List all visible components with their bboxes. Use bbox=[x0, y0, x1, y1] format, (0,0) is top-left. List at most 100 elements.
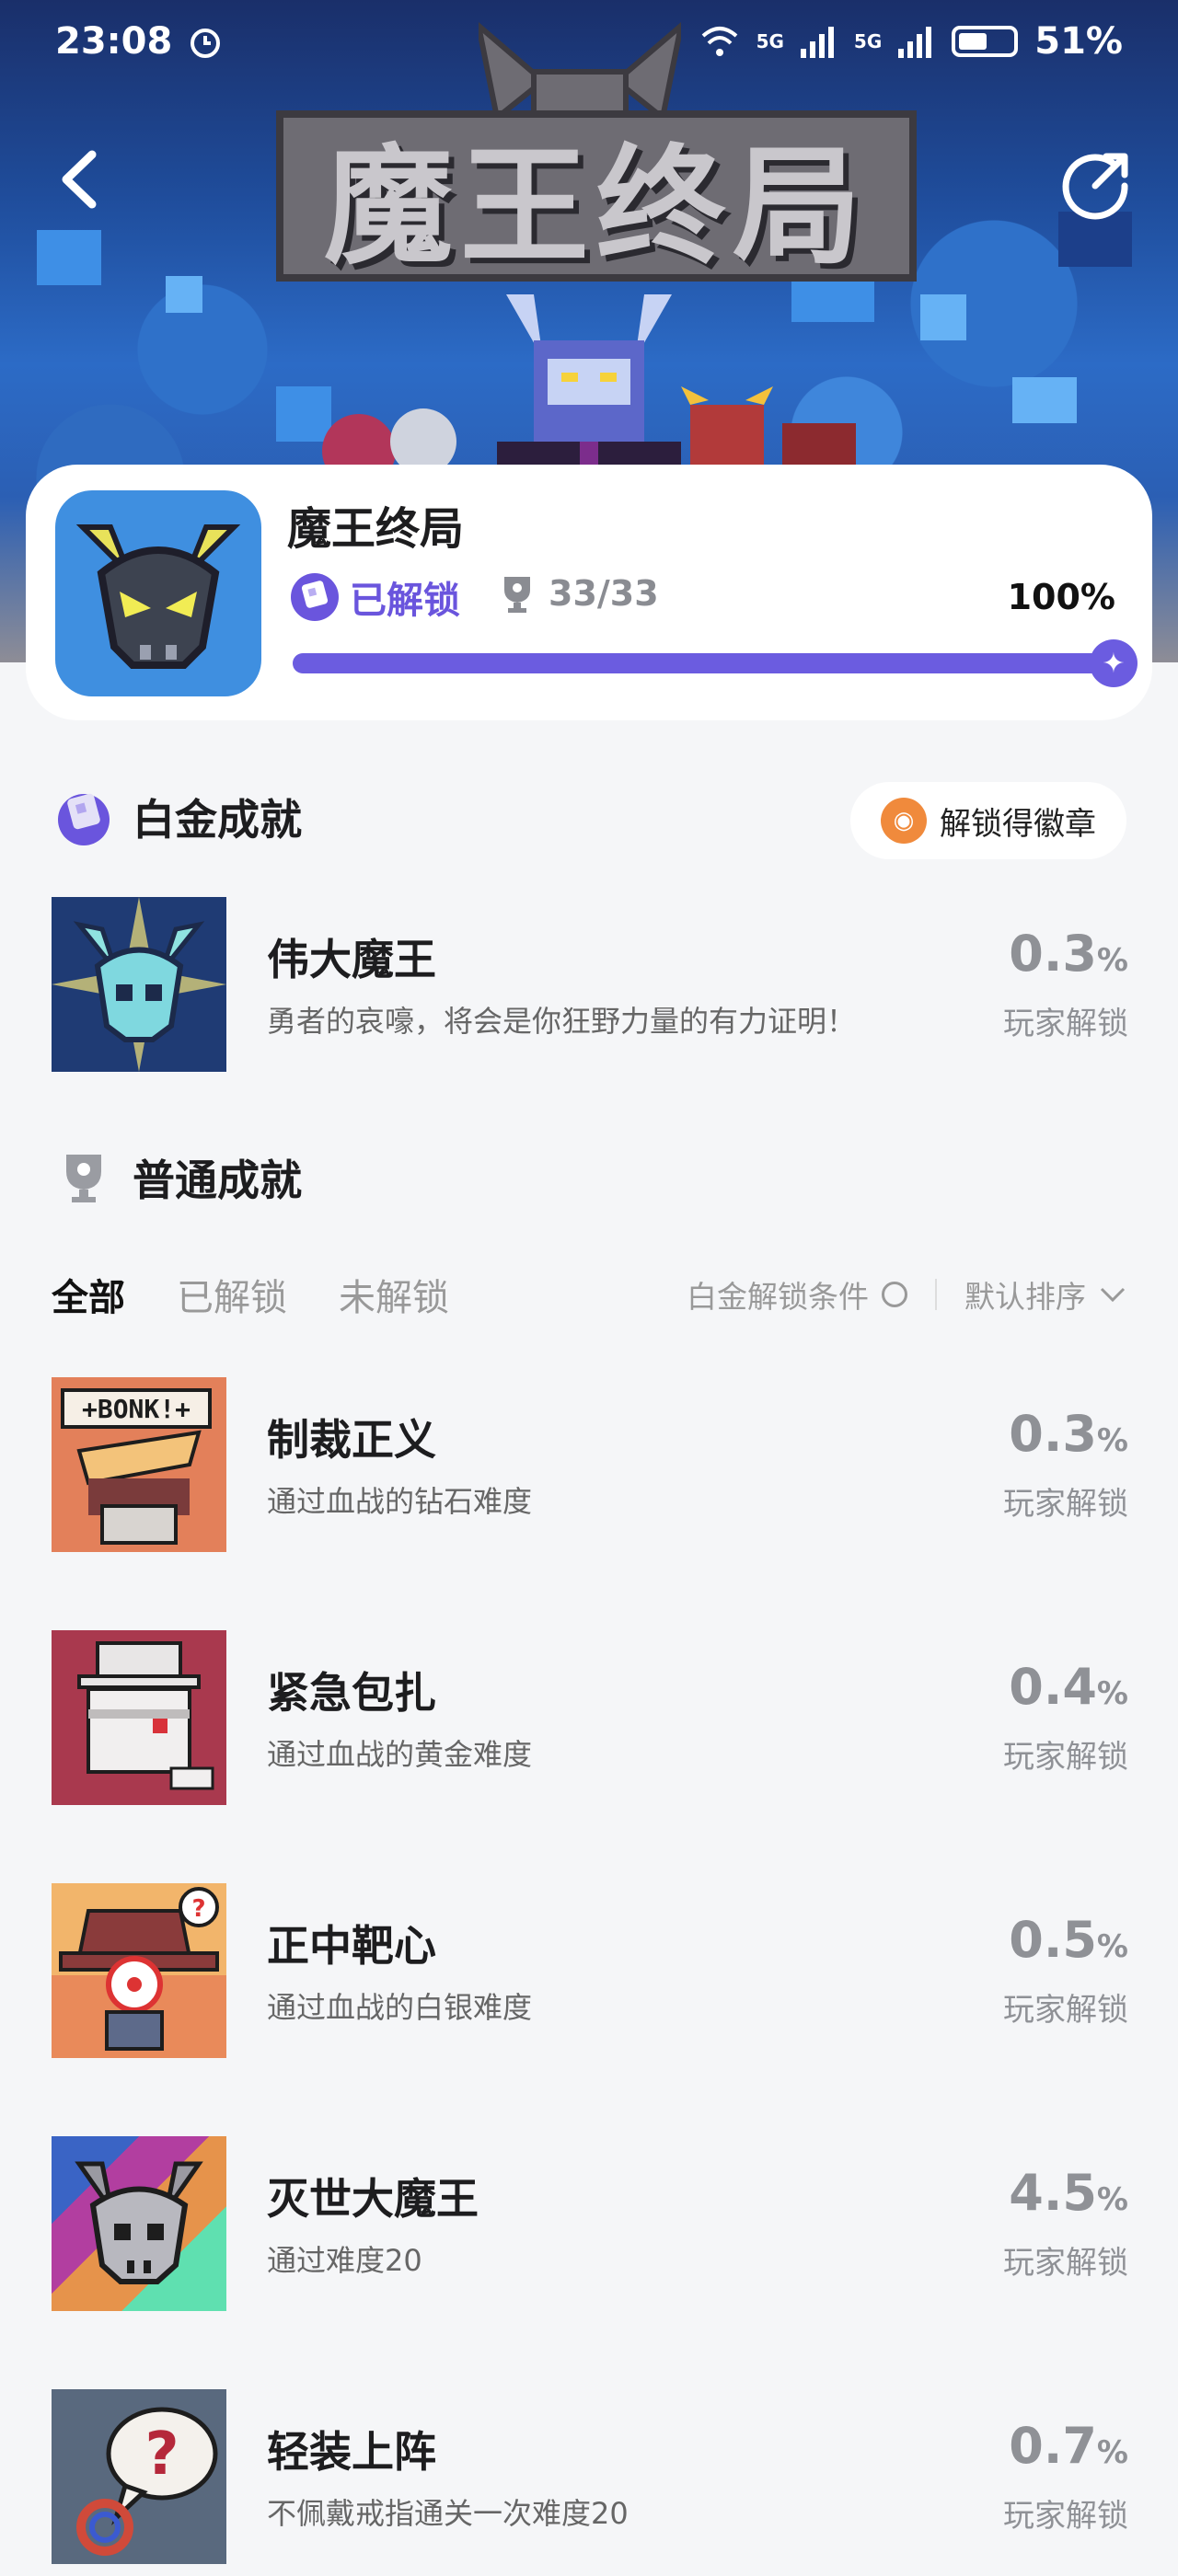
achievement-name: 正中靶心 bbox=[267, 1921, 436, 1971]
achievement-rate-label: 玩家解锁 bbox=[1003, 2498, 1128, 2535]
tab-all[interactable]: 全部 bbox=[52, 1268, 125, 1321]
achievement-rate-value: 0.4 bbox=[1009, 1658, 1097, 1716]
achievement-rate-label: 玩家解锁 bbox=[1003, 1006, 1128, 1042]
platinum-trophy-icon bbox=[291, 573, 339, 621]
achievement-rate-value: 0.3 bbox=[1009, 925, 1097, 983]
achievement-rate-unit: % bbox=[1096, 1422, 1128, 1459]
normal-section-header: 普通成就 bbox=[53, 1147, 302, 1208]
game-title-art: 魔王终局 bbox=[276, 110, 917, 282]
achievement-name: 紧急包扎 bbox=[267, 1668, 436, 1718]
network-label-2: 5G bbox=[853, 30, 883, 52]
achievement-rate: 0.5% bbox=[944, 1911, 1128, 1969]
achievement-rate-value: 0.5 bbox=[1009, 1911, 1097, 1969]
banner-pixel bbox=[37, 230, 101, 285]
achievement-desc: 通过血战的白银难度 bbox=[267, 1990, 533, 2025]
achievement-item[interactable]: 紧急包扎 通过血战的黄金难度 0.4% 玩家解锁 bbox=[52, 1630, 1128, 1805]
achievement-thumb: ? bbox=[52, 2389, 226, 2564]
tab-locked[interactable]: 未解锁 bbox=[339, 1268, 449, 1321]
achievement-rate-unit: % bbox=[1096, 2181, 1128, 2218]
achievement-rate-label: 玩家解锁 bbox=[1003, 1739, 1128, 1776]
achievement-rate-unit: % bbox=[1096, 942, 1128, 979]
achievement-rate-value: 4.5 bbox=[1009, 2164, 1097, 2222]
signal-icon bbox=[800, 27, 834, 58]
achievement-rate: 0.4% bbox=[944, 1658, 1128, 1716]
achievement-name: 伟大魔王 bbox=[267, 935, 436, 984]
achievement-desc: 通过难度20 bbox=[267, 2243, 422, 2278]
achievement-thumb bbox=[52, 1630, 226, 1805]
achievement-item[interactable]: ? 轻装上阵 不佩戴戒指通关一次难度20 0.7% 玩家解锁 bbox=[52, 2389, 1128, 2564]
achievement-item[interactable]: ? 正中靶心 通过血战的白银难度 0.5% 玩家解锁 bbox=[52, 1883, 1128, 2058]
trophy-count: 33/33 bbox=[499, 573, 659, 614]
achievement-thumb: ? bbox=[52, 1883, 226, 2058]
platinum-achievement-thumb bbox=[52, 897, 226, 1072]
platinum-achievement[interactable]: 伟大魔王 勇者的哀嚎，将会是你狂野力量的有力证明！ 0.3% 玩家解锁 bbox=[52, 897, 1128, 1072]
svg-text:?: ? bbox=[144, 2421, 179, 2489]
tab-unlocked[interactable]: 已解锁 bbox=[177, 1268, 287, 1321]
sort-label: 默认排序 bbox=[964, 1279, 1086, 1315]
achievement-rate-label: 玩家解锁 bbox=[1003, 2245, 1128, 2282]
target-hat-icon: ? bbox=[52, 1887, 226, 2058]
bandaged-skull-icon bbox=[77, 1641, 214, 1790]
banner-pixel bbox=[920, 294, 966, 340]
banner-pixel bbox=[1012, 377, 1077, 423]
ring-question-icon: ? bbox=[76, 2407, 218, 2556]
achievement-rate: 0.7% bbox=[944, 2417, 1128, 2475]
game-name: 魔王终局 bbox=[287, 503, 465, 555]
unlock-medal-label: 解锁得徽章 bbox=[940, 805, 1096, 843]
achievement-desc: 通过血战的黄金难度 bbox=[267, 1737, 533, 1772]
unlock-status-label: 已解锁 bbox=[350, 580, 460, 622]
wifi-icon bbox=[701, 27, 737, 56]
platinum-trophy-icon bbox=[58, 793, 110, 845]
platinum-section-header: 白金成就 bbox=[53, 787, 302, 847]
achievement-desc: 通过血战的钻石难度 bbox=[267, 1484, 533, 1519]
filter-bar: 全部 已解锁 未解锁 白金解锁条件 默认排序 bbox=[52, 1262, 1126, 1327]
achievement-name: 制裁正义 bbox=[267, 1415, 436, 1465]
achievement-rate-value: 0.7 bbox=[1009, 2417, 1097, 2475]
demon-skull-icon bbox=[75, 2161, 203, 2284]
completion-progress-bar: ✦ bbox=[293, 639, 1138, 687]
completion-percent: 100% bbox=[1007, 577, 1115, 617]
achievement-name: 灭世大魔王 bbox=[267, 2174, 479, 2224]
alarm-icon bbox=[191, 29, 221, 58]
banner-pixel bbox=[166, 276, 202, 313]
achievement-name: 轻装上阵 bbox=[267, 2427, 436, 2477]
achievement-thumb: +BONK!+ bbox=[52, 1377, 226, 1552]
trophy-count-value: 33/33 bbox=[549, 573, 659, 614]
unlock-medal-button[interactable]: ◉ 解锁得徽章 bbox=[850, 782, 1126, 859]
share-icon[interactable] bbox=[1060, 147, 1134, 221]
sparkle-icon: ✦ bbox=[1090, 639, 1138, 687]
battery-level: 51% bbox=[1034, 20, 1123, 63]
achievement-rate-unit: % bbox=[1096, 1675, 1128, 1712]
achievement-item[interactable]: 灭世大魔王 通过难度20 4.5% 玩家解锁 bbox=[52, 2136, 1128, 2311]
unlock-status-badge: 已解锁 bbox=[289, 570, 460, 624]
achievement-rate-unit: % bbox=[1096, 1928, 1128, 1965]
trophy-icon bbox=[66, 1155, 101, 1202]
medal-icon: ◉ bbox=[881, 798, 927, 844]
minion-art bbox=[681, 386, 856, 469]
achievement-rate: 0.3% bbox=[944, 925, 1128, 983]
svg-text:?: ? bbox=[191, 1895, 205, 1923]
achievement-item[interactable]: +BONK!+ 制裁正义 通过血战的钻石难度 0.3% 玩家解锁 bbox=[52, 1377, 1128, 1552]
platinum-section-title: 白金成就 bbox=[133, 795, 302, 845]
status-time: 23:08 bbox=[55, 20, 173, 63]
achievement-desc: 不佩戴戒指通关一次难度20 bbox=[267, 2496, 629, 2531]
divider bbox=[935, 1279, 937, 1310]
achievement-thumb bbox=[52, 2136, 226, 2311]
platinum-condition-label: 白金解锁条件 bbox=[687, 1279, 869, 1315]
great-demon-king-icon bbox=[52, 897, 226, 1072]
battery-icon bbox=[952, 26, 1019, 57]
svg-text:+BONK!+: +BONK!+ bbox=[82, 1394, 191, 1424]
achievement-rate-label: 玩家解锁 bbox=[1003, 1486, 1128, 1523]
demon-skull-logo-icon bbox=[75, 524, 241, 669]
game-summary-card: 魔王终局 已解锁 33/33 100% ✦ bbox=[26, 465, 1152, 720]
trophy-icon bbox=[504, 577, 530, 613]
achievement-rate-value: 0.3 bbox=[1009, 1405, 1097, 1463]
back-arrow-icon[interactable] bbox=[52, 147, 107, 212]
platinum-condition-toggle[interactable]: 白金解锁条件 bbox=[687, 1272, 907, 1317]
chevron-down-icon bbox=[1100, 1287, 1126, 1303]
demon-king-art bbox=[497, 294, 681, 478]
sort-dropdown[interactable]: 默认排序 bbox=[964, 1272, 1126, 1317]
network-label: 5G bbox=[756, 30, 784, 52]
achievement-rate: 0.3% bbox=[944, 1405, 1128, 1463]
normal-section-title: 普通成就 bbox=[133, 1156, 302, 1205]
